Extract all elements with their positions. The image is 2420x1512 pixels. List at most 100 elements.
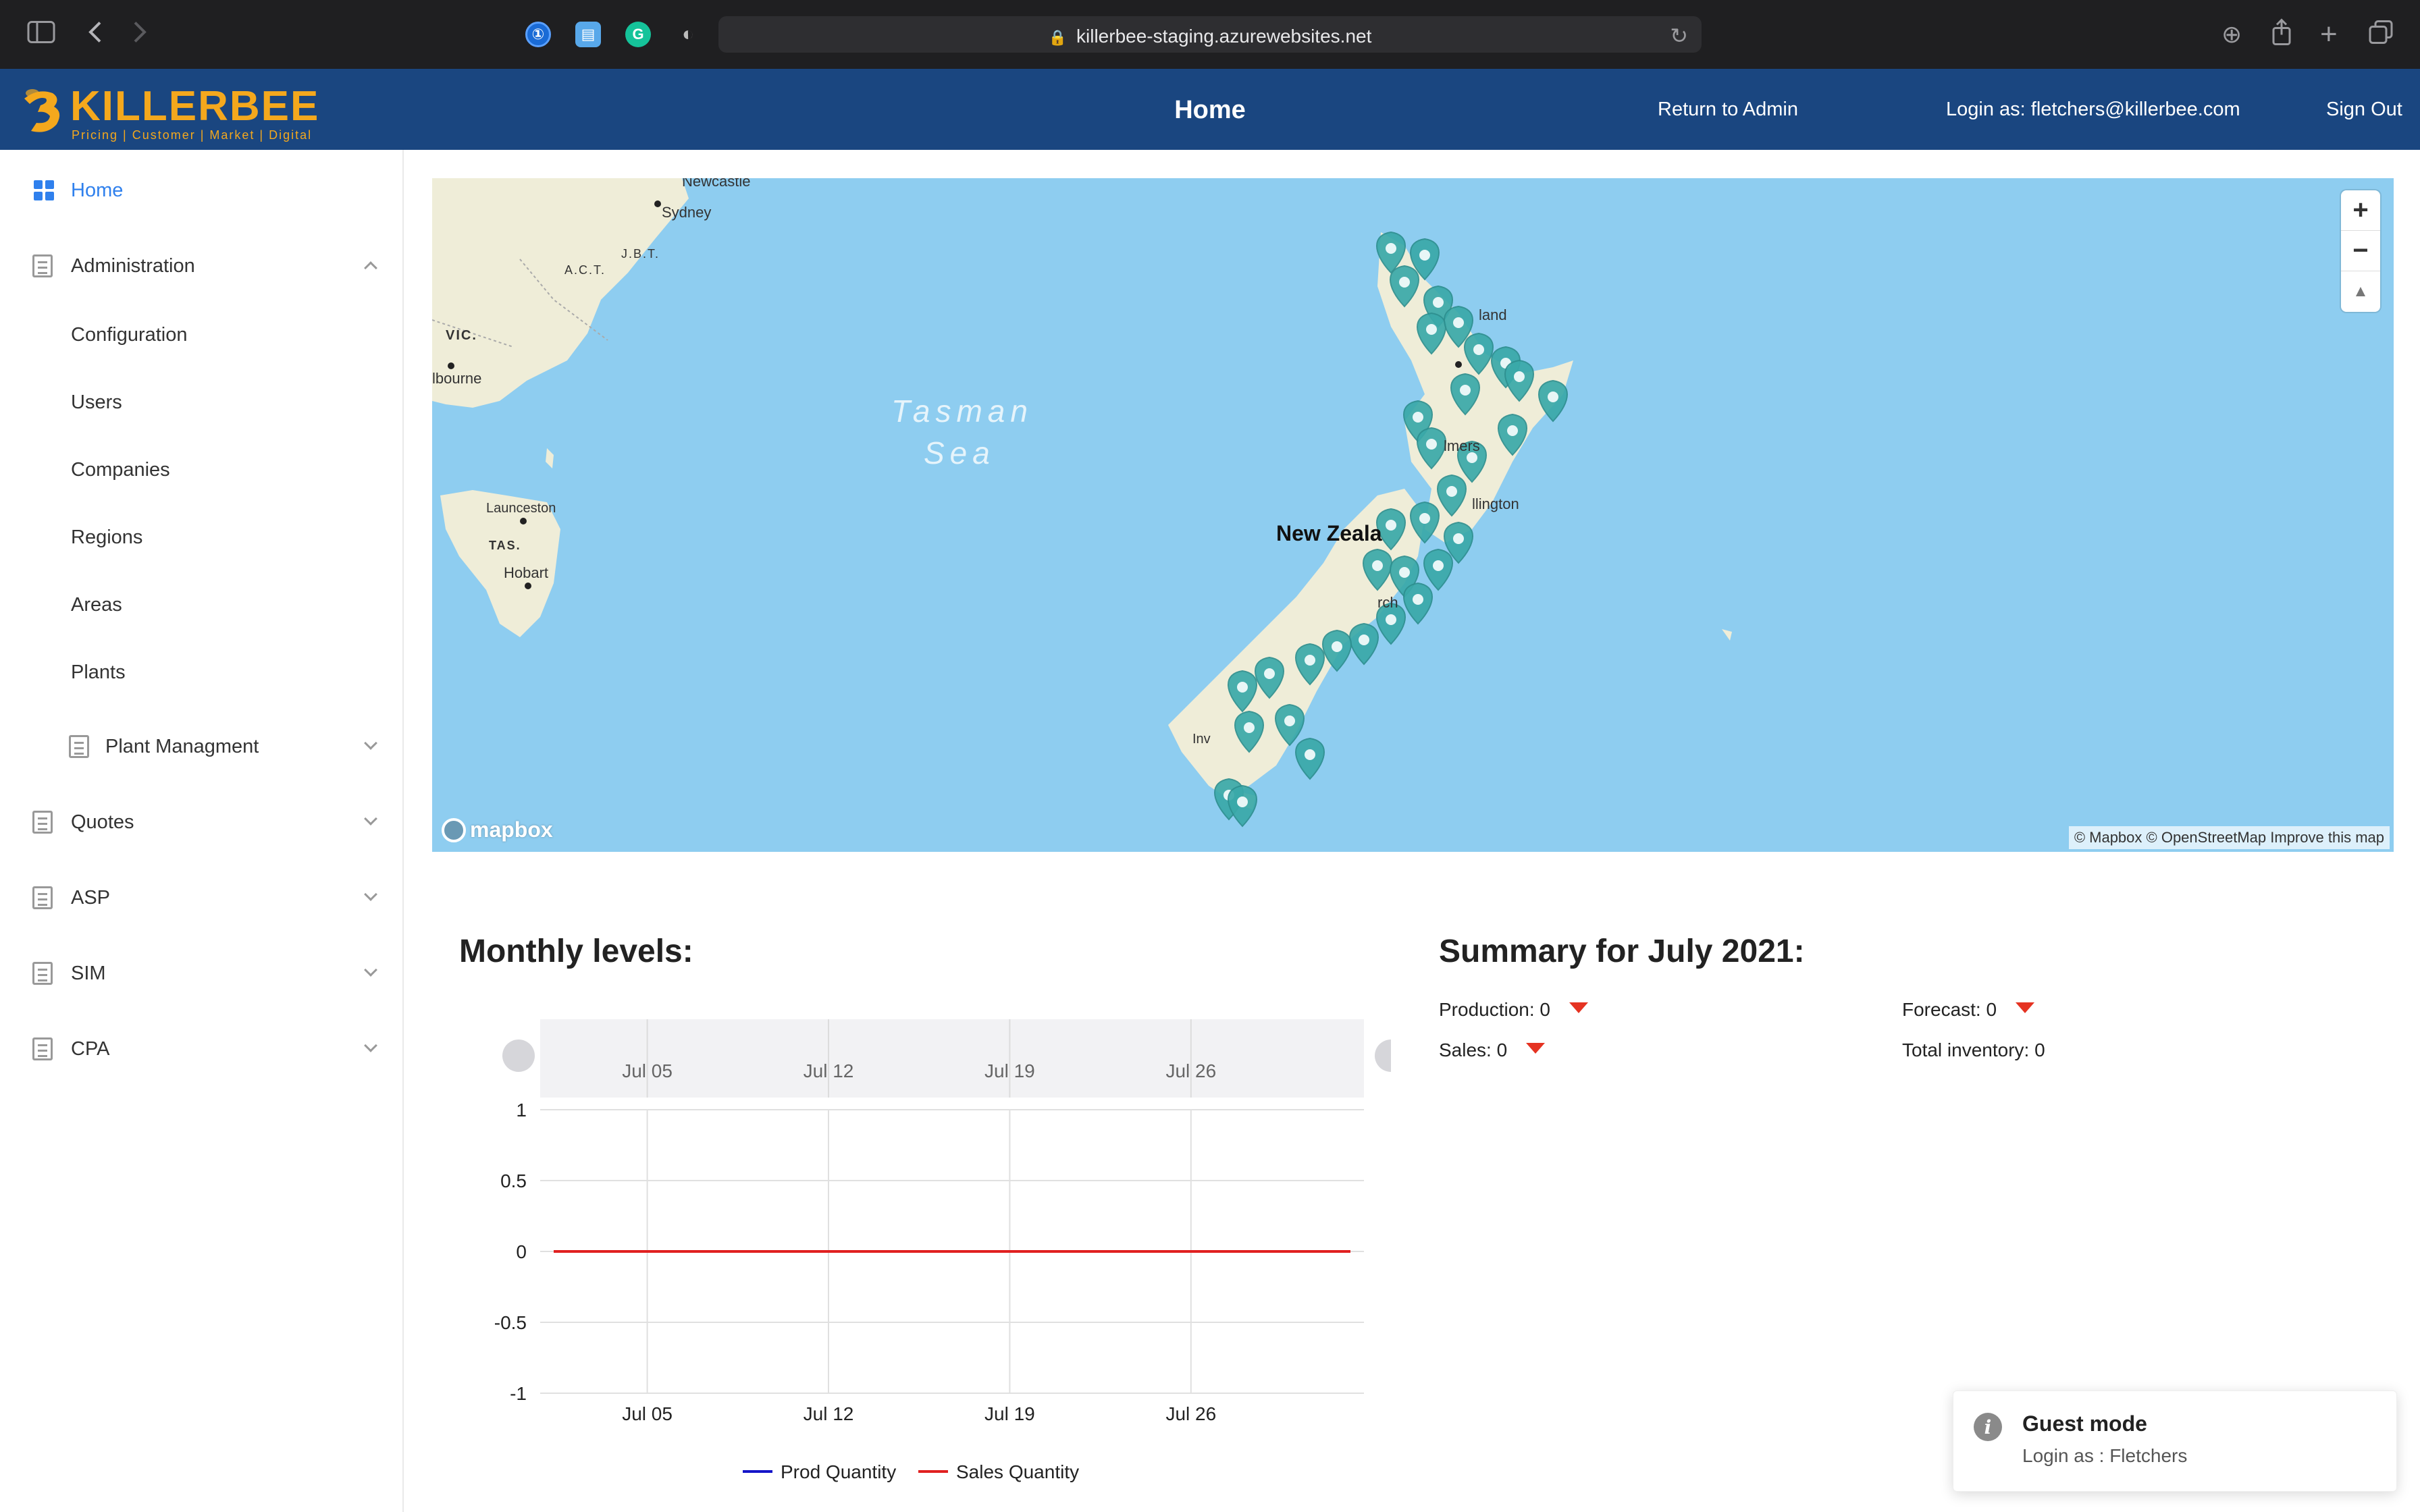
map-label-christchurch: rch [1377, 594, 1398, 611]
forecast-value: Forecast: 0 [1902, 999, 1997, 1020]
plant-marker-dot [1264, 668, 1275, 679]
plant-marker-dot [1473, 344, 1484, 355]
guest-mode-toast[interactable]: i Guest mode Login as : Fletchers [1953, 1390, 2397, 1492]
sales-value: Sales: 0 [1439, 1040, 1508, 1060]
plant-marker-dot [1446, 486, 1457, 497]
brand-name: KILLERBEE [70, 83, 320, 130]
production-value: Production: 0 [1439, 999, 1550, 1020]
map-label-tasman: Tasman [891, 394, 1033, 429]
plant-marker-dot [1433, 560, 1444, 571]
plant-marker-dot [1386, 614, 1396, 625]
grammarly-icon[interactable]: G [625, 22, 651, 47]
map-land [432, 178, 1732, 828]
sidebar-item-label: Administration [71, 254, 195, 277]
url-text: killerbee-staging.azurewebsites.net [1076, 26, 1372, 47]
navigator-tick-label: Jul 05 [622, 1060, 673, 1081]
x-tick-label: Jul 26 [1165, 1403, 1216, 1424]
url-bar[interactable]: 🔒 killerbee-staging.azurewebsites.net ↻ [718, 16, 1702, 53]
document-icon [32, 886, 53, 909]
lock-icon: 🔒 [1048, 29, 1068, 46]
zoom-in-button[interactable]: + [2341, 190, 2380, 231]
sidebar-item-plant-management[interactable]: Plant Managment [0, 722, 402, 771]
plant-marker-dot [1453, 533, 1464, 544]
sign-out-link[interactable]: Sign Out [2326, 99, 2402, 121]
legend-label[interactable]: Sales Quantity [956, 1461, 1079, 1482]
plant-marker-dot [1507, 425, 1518, 436]
summary-forecast: Forecast: 0 [1902, 999, 2035, 1021]
document-icon [32, 254, 53, 277]
toast-message: Login as : Fletchers [2022, 1445, 2188, 1466]
plant-marker-dot [1413, 412, 1423, 423]
sidebar-item-companies[interactable]: Companies [71, 459, 170, 481]
map-label-wellington: llington [1472, 495, 1519, 512]
reload-icon[interactable]: ↻ [1670, 23, 1688, 49]
sidebar-toggle-icon[interactable] [27, 21, 55, 49]
map-label-jbt: J.B.T. [621, 247, 660, 261]
plant-marker-dot [1426, 439, 1437, 450]
new-tab-icon[interactable]: + [2320, 20, 2338, 49]
chevron-down-icon [364, 963, 377, 977]
sidebar-item-administration[interactable]: Administration [0, 242, 402, 290]
map-label-invercargill: Inv [1192, 732, 1211, 747]
compass-button[interactable]: ▲ [2341, 271, 2380, 312]
plant-marker-dot [1548, 392, 1558, 402]
extension-icon[interactable]: ▤ [575, 22, 601, 47]
map-label-newcastle: Newcastle [682, 178, 751, 190]
sidebar-item-label: ASP [71, 886, 111, 909]
sidebar-item-plants[interactable]: Plants [71, 662, 126, 684]
sidebar-item-configuration[interactable]: Configuration [71, 324, 188, 346]
plant-marker-dot [1372, 560, 1383, 571]
map-label-vic: VIC. [446, 328, 477, 343]
tab-overview-icon[interactable] [2369, 20, 2393, 49]
plant-marker-dot [1433, 297, 1444, 308]
mapbox-logo[interactable]: mapbox [442, 817, 553, 842]
map-label-hobart: Hobart [504, 564, 549, 581]
sidebar-item-asp[interactable]: ASP [0, 873, 402, 922]
chevron-down-icon [364, 1039, 377, 1052]
y-tick-label: -0.5 [494, 1312, 527, 1333]
sidebar-item-users[interactable]: Users [71, 392, 122, 414]
sidebar-item-sim[interactable]: SIM [0, 949, 402, 998]
sidebar-item-label: SIM [71, 962, 106, 984]
document-icon [32, 962, 53, 985]
forecast-down-icon [2016, 1002, 2035, 1013]
plant-marker-dot [1426, 324, 1437, 335]
chevron-down-icon [364, 888, 377, 901]
map-label-launceston: Launceston [486, 501, 556, 516]
navigator-tick-label: Jul 19 [984, 1060, 1035, 1081]
dashboard-grid-icon [34, 180, 54, 200]
sidebar-item-quotes[interactable]: Quotes [0, 798, 402, 846]
legend-label[interactable]: Prod Quantity [781, 1461, 896, 1482]
monthly-levels-chart[interactable]: Jul 05 Jul 05 Jul 12 Jul 12 Jul 19 Jul 19 Jul … [459, 1006, 1391, 1492]
killerbee-logo[interactable]: KILLERBEE Pricing | Customer | Market | … [19, 78, 323, 143]
forward-icon[interactable] [132, 20, 149, 49]
document-icon [32, 811, 53, 834]
chevron-down-icon [364, 736, 377, 750]
chart-navigator[interactable] [540, 1019, 1364, 1098]
plant-marker-dot [1413, 594, 1423, 605]
zoom-out-button[interactable]: − [2341, 231, 2380, 271]
map-label-act: A.C.T. [564, 263, 606, 277]
map-attribution[interactable]: © Mapbox © OpenStreetMap Improve this ma… [2068, 826, 2390, 849]
password-extension-icon[interactable]: ① [525, 22, 551, 47]
login-as-label: Login as: fletchers@killerbee.com [1946, 99, 2240, 120]
navigator-left-handle[interactable] [502, 1040, 535, 1072]
return-to-admin-link[interactable]: Return to Admin [1658, 99, 1798, 121]
sidebar-item-label: Home [71, 179, 124, 201]
navigator-right-handle[interactable] [1375, 1040, 1391, 1072]
plant-marker-dot [1399, 277, 1410, 288]
downloads-icon[interactable]: ⊕ [2221, 22, 2242, 47]
plants-map[interactable]: Newcastle Sydney J.B.T. A.C.T. VIC. lbou… [432, 178, 2394, 852]
brand-tagline: Pricing | Customer | Market | Digital [72, 128, 313, 142]
back-icon[interactable] [86, 20, 103, 49]
plant-marker-dot [1419, 250, 1430, 261]
share-icon[interactable] [2271, 18, 2292, 51]
sidebar-item-home[interactable]: Home [0, 166, 402, 215]
privacy-shield-icon[interactable]: ◐ [675, 22, 701, 47]
document-icon [32, 1037, 53, 1060]
sidebar-item-cpa[interactable]: CPA [0, 1025, 402, 1073]
mapbox-wordmark: mapbox [470, 817, 553, 842]
sidebar-item-areas[interactable]: Areas [71, 594, 122, 616]
y-tick-label: 0 [516, 1241, 527, 1262]
sidebar-item-regions[interactable]: Regions [71, 526, 142, 549]
